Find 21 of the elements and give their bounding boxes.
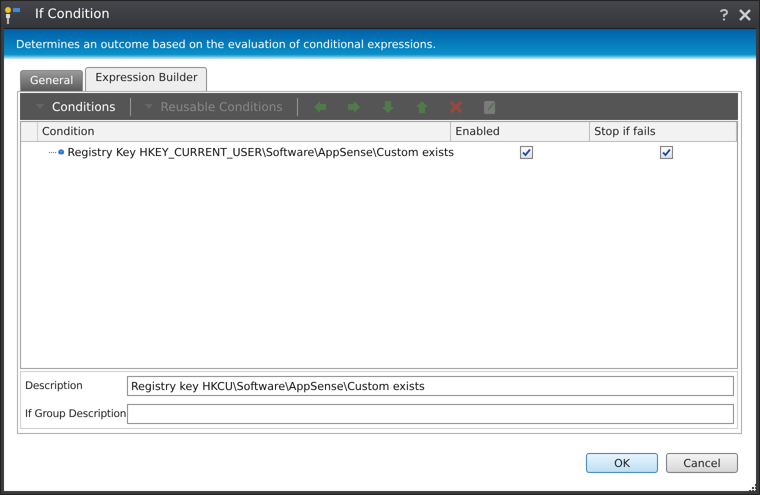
tab[interactable]: General <box>20 70 84 91</box>
column-header[interactable]: Condition <box>38 122 452 141</box>
dialog-button[interactable]: OK <box>586 453 658 473</box>
column-header[interactable]: Enabled <box>451 122 590 141</box>
tab[interactable]: Expression Builder <box>85 67 208 91</box>
dialog-button[interactable]: Cancel <box>666 453 738 473</box>
resize-grip-icon[interactable] <box>747 482 757 492</box>
app-icon <box>3 4 21 24</box>
toolbar-button[interactable]: Conditions <box>32 100 120 114</box>
help-icon[interactable] <box>719 8 729 20</box>
field-label: Description <box>25 380 84 392</box>
input-field[interactable] <box>127 404 734 424</box>
close-icon[interactable] <box>739 8 751 20</box>
stop-if-fails-checkbox[interactable] <box>660 146 673 158</box>
header-description: Determines an outcome based on the evaluation of conditional expressions. <box>16 38 436 50</box>
enabled-checkbox[interactable] <box>520 146 533 158</box>
window-title: If Condition <box>35 7 110 22</box>
input-field[interactable]: Registry key HKCU\Software\AppSense\Custom exists <box>127 376 734 396</box>
field-label: If Group Description <box>25 408 127 420</box>
column-header[interactable]: Stop if fails <box>590 122 737 141</box>
condition-text[interactable]: Registry Key HKEY_CURRENT_USER\Software\AppSense\Custom exists <box>67 146 454 158</box>
